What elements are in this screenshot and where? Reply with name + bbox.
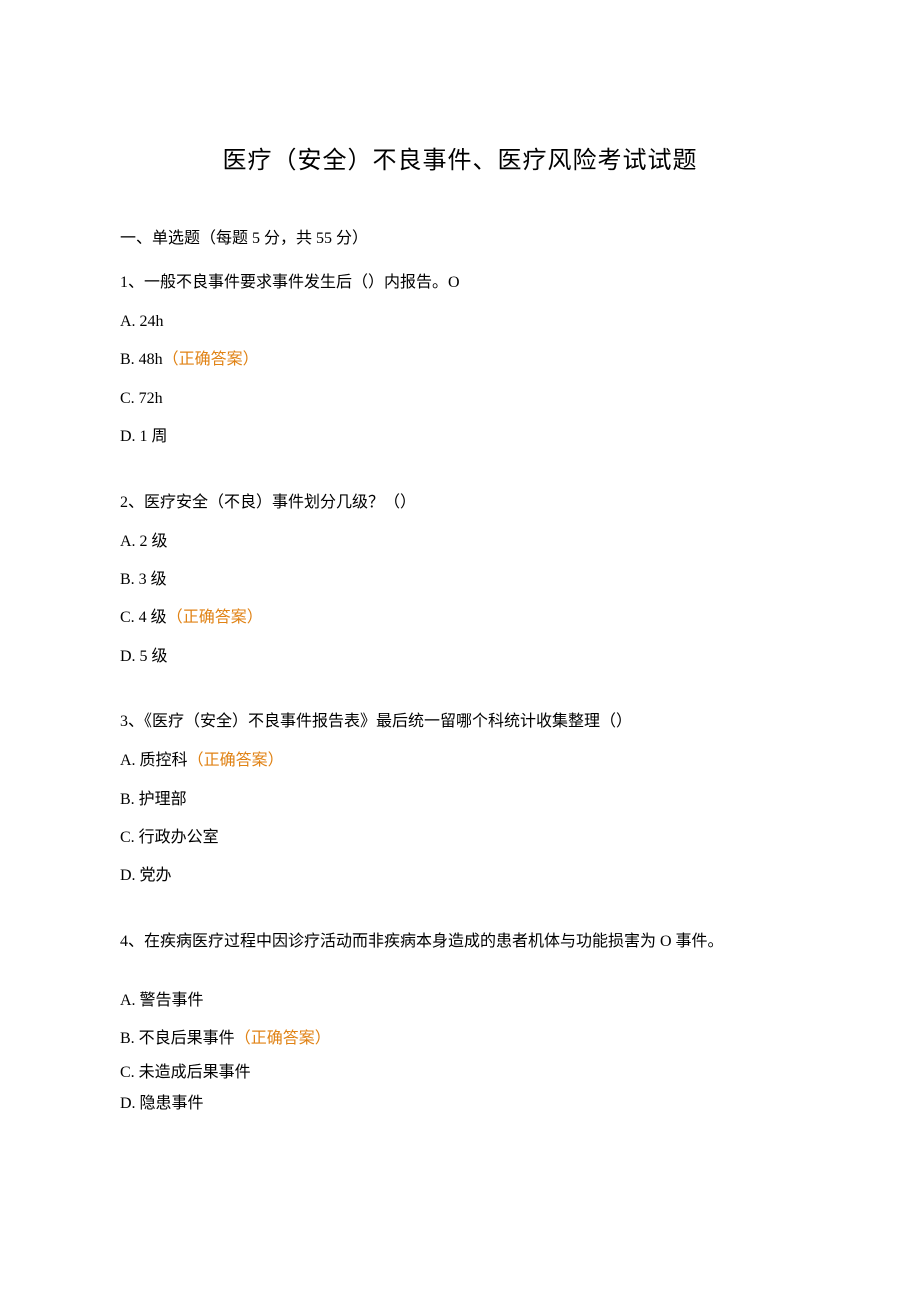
question-3-option-d: D. 党办 (120, 857, 800, 895)
question-4-stem: 4、在疾病医疗过程中因诊疗活动而非疾病本身造成的患者机体与功能损害为 O 事件。 (120, 926, 800, 958)
question-1-option-a: A. 24h (120, 303, 800, 341)
question-1-option-c: C. 72h (120, 380, 800, 418)
question-4-option-d: D. 隐患事件 (120, 1089, 800, 1119)
question-1-stem: 1、一般不良事件要求事件发生后（）内报告。O (120, 267, 800, 299)
section-heading: 一、单选题（每题 5 分，共 55 分） (120, 223, 800, 255)
question-3-option-b: B. 护理部 (120, 781, 800, 819)
option-text: C. 4 级 (120, 609, 167, 626)
page-title: 医疗（安全）不良事件、医疗风险考试试题 (120, 140, 800, 175)
spacer (120, 457, 800, 487)
question-3-option-c: C. 行政办公室 (120, 819, 800, 857)
question-4-option-b: B. 不良后果事件（正确答案） (120, 1020, 800, 1058)
option-text: B. 不良后果事件 (120, 1030, 235, 1047)
question-2-stem: 2、医疗安全（不良）事件划分几级？（） (120, 487, 800, 519)
question-1-option-b: B. 48h（正确答案） (120, 341, 800, 379)
exam-page: 医疗（安全）不良事件、医疗风险考试试题 一、单选题（每题 5 分，共 55 分）… (0, 0, 920, 1219)
question-4-option-a: A. 警告事件 (120, 982, 800, 1020)
correct-answer-tag: （正确答案） (163, 351, 259, 368)
spacer (120, 896, 800, 926)
spacer (120, 676, 800, 706)
question-3-option-a: A. 质控科（正确答案） (120, 742, 800, 780)
option-text: A. 质控科 (120, 752, 188, 769)
question-2-option-d: D. 5 级 (120, 638, 800, 676)
question-2-option-b: B. 3 级 (120, 561, 800, 599)
correct-answer-tag: （正确答案） (235, 1030, 331, 1047)
question-1-option-d: D. 1 周 (120, 418, 800, 456)
question-2-option-a: A. 2 级 (120, 523, 800, 561)
option-text: B. 48h (120, 351, 163, 368)
correct-answer-tag: （正确答案） (188, 752, 284, 769)
question-2-option-c: C. 4 级（正确答案） (120, 599, 800, 637)
correct-answer-tag: （正确答案） (167, 609, 263, 626)
question-4-option-c: C. 未造成后果事件 (120, 1058, 800, 1088)
question-3-stem: 3、《医疗（安全）不良事件报告表》最后统一留哪个科统计收集整理（） (120, 706, 800, 738)
spacer (120, 962, 800, 982)
